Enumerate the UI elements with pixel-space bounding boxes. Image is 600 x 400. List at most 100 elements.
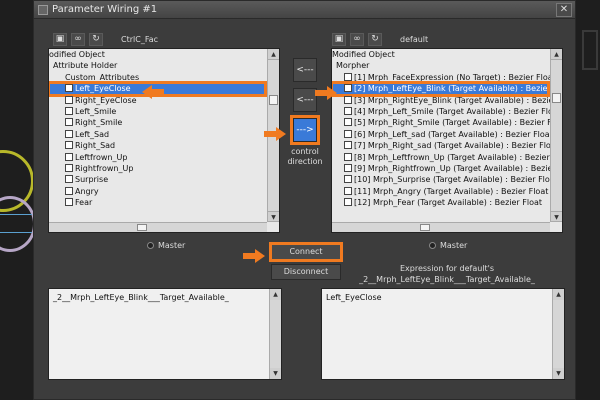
left-tree-label: Leftfrown_Up — [75, 152, 128, 162]
scroll-thumb[interactable] — [137, 224, 147, 231]
left-tree-row[interactable]: Right_EyeClose — [49, 95, 279, 106]
scroll-down-icon[interactable]: ▼ — [270, 368, 281, 379]
annotation-arrow-left-icon — [142, 85, 164, 99]
parameter-icon — [344, 141, 352, 150]
right-object-name: default — [400, 35, 429, 44]
parameter-icon — [344, 95, 352, 104]
left-tree-label: Right_Sad — [75, 141, 116, 151]
right-tree-row[interactable]: Modified Object — [332, 49, 562, 60]
right-tree-row[interactable]: [3] Mrph_RightEye_Blink (Target Availabl… — [332, 95, 562, 106]
left-tree-row[interactable]: Left_Sad — [49, 129, 279, 140]
annotation-arrow-right-icon — [243, 249, 265, 263]
expression-caption-line2: _2__Mrph_LeftEye_Blink___Target_Availabl… — [359, 275, 535, 284]
left-tree-label: Left_EyeClose — [75, 84, 131, 94]
left-tree-row[interactable]: Rightfrown_Up — [49, 163, 279, 174]
close-icon[interactable]: ✕ — [556, 3, 572, 17]
right-tree-row[interactable]: [7] Mrph_Right_sad (Target Available) : … — [332, 140, 562, 151]
viewport-line — [0, 214, 32, 215]
right-tree-row[interactable]: [9] Mrph_Rightfrown_Up (Target Available… — [332, 163, 562, 174]
scroll-up-icon[interactable]: ▲ — [270, 289, 281, 300]
left-tree-label: Right_Smile — [75, 118, 123, 128]
parameter-icon — [344, 84, 352, 93]
right-tree-vscroll[interactable]: ▲ ▼ — [550, 49, 562, 222]
parameter-icon — [65, 198, 73, 207]
right-tree-row[interactable]: [6] Mrph_Left_sad (Target Available) : B… — [332, 129, 562, 140]
find-icon[interactable]: ∞ — [350, 33, 364, 46]
direction-right-to-left-button[interactable]: ---> — [290, 115, 320, 145]
left-tree-row[interactable]: Angry — [49, 186, 279, 197]
left-tree-row[interactable]: Right_Smile — [49, 117, 279, 128]
folder-up-icon[interactable]: ▣ — [332, 33, 346, 46]
find-icon[interactable]: ∞ — [71, 33, 85, 46]
left-tree-row[interactable]: Left_Smile — [49, 106, 279, 117]
left-tree-label: Rightfrown_Up — [75, 163, 134, 173]
right-expression-vscroll[interactable]: ▲ ▼ — [552, 289, 564, 379]
left-tree-label: Right_EyeClose — [75, 95, 137, 105]
left-tree-label: odified Object — [49, 50, 105, 59]
scroll-thumb[interactable] — [420, 224, 430, 231]
parameter-icon — [65, 106, 73, 115]
parameter-wiring-dialog: Parameter Wiring #1 ✕ ▣ ∞ ↻ CtrlC_Fac od… — [33, 0, 576, 400]
direction-left-to-right-button[interactable]: <--- — [293, 58, 317, 82]
refresh-icon[interactable]: ↻ — [89, 33, 103, 46]
title-bar[interactable]: Parameter Wiring #1 — [34, 1, 575, 19]
right-tree-row[interactable]: [2] Mrph_LeftEye_Blink (Target Available… — [332, 81, 558, 97]
left-tree-hscroll[interactable] — [49, 222, 267, 232]
radio-dot-icon[interactable] — [429, 242, 436, 249]
left-tree-label: Left_Sad — [75, 129, 110, 139]
parameter-icon — [344, 72, 352, 81]
scroll-up-icon[interactable]: ▲ — [268, 49, 279, 60]
scroll-thumb[interactable] — [552, 93, 561, 103]
left-master-label: Master — [158, 241, 186, 250]
left-tree-row[interactable]: odified Object — [49, 49, 279, 60]
left-tree-label: Fear — [75, 198, 93, 208]
left-master-radio[interactable]: Master — [147, 241, 185, 250]
right-expression-textbox[interactable]: Left_EyeClose ▲ ▼ — [321, 288, 565, 380]
parameter-icon — [344, 175, 352, 184]
right-tree-row[interactable]: [8] Mrph_Leftfrown_Up (Target Available)… — [332, 152, 562, 163]
left-tree-row[interactable]: Custom_Attributes — [49, 72, 279, 83]
right-tree-row[interactable]: Morpher — [332, 60, 562, 71]
right-parameter-tree[interactable]: Modified Object Morpher [1] Mrph_FaceExpre… — [331, 48, 563, 233]
direction-bidirectional-button[interactable]: <---> — [293, 88, 317, 127]
right-tree-row[interactable]: [5] Mrph_Right_Smile (Target Available) … — [332, 117, 562, 128]
connect-button[interactable]: Connect — [269, 242, 343, 262]
right-tree-row[interactable]: [4] Mrph_Left_Smile (Target Available) :… — [332, 106, 562, 117]
scroll-up-icon[interactable]: ▲ — [553, 289, 564, 300]
right-tree-label: [4] Mrph_Left_Smile (Target Available) :… — [354, 106, 561, 116]
left-tree-label: Left_Smile — [75, 106, 117, 116]
right-tree-row[interactable]: [10] Mrph_Surprise (Target Available) : … — [332, 174, 562, 185]
parameter-icon — [65, 175, 73, 184]
left-parameter-tree[interactable]: odified Object Attribute Holder Custom_Att… — [48, 48, 280, 233]
viewport-line — [0, 232, 32, 233]
control-direction-line1: control — [291, 147, 319, 156]
expression-caption: Expression for default's _2__Mrph_LeftEy… — [331, 263, 563, 285]
refresh-icon[interactable]: ↻ — [368, 33, 382, 46]
left-tree-row[interactable]: Fear — [49, 197, 279, 208]
right-tree-label: [7] Mrph_Right_sad (Target Available) : … — [354, 141, 559, 151]
folder-up-icon[interactable]: ▣ — [53, 33, 67, 46]
scroll-down-icon[interactable]: ▼ — [551, 211, 562, 222]
left-tree-row[interactable]: Right_Sad — [49, 140, 279, 151]
scroll-down-icon[interactable]: ▼ — [268, 211, 279, 222]
left-tree-row[interactable]: Attribute Holder — [49, 60, 279, 71]
scroll-up-icon[interactable]: ▲ — [551, 49, 562, 60]
scroll-thumb[interactable] — [269, 95, 278, 105]
right-tree-row[interactable]: [1] Mrph_FaceExpression (No Target) : Be… — [332, 72, 562, 83]
radio-dot-icon[interactable] — [147, 242, 154, 249]
left-tree-row[interactable]: Leftfrown_Up — [49, 152, 279, 163]
parameter-icon — [344, 129, 352, 138]
left-tree-label: Surprise — [75, 175, 109, 185]
control-direction-label: control direction — [275, 147, 335, 167]
left-tree-row[interactable]: Surprise — [49, 174, 279, 185]
right-tree-row[interactable]: [11] Mrph_Angry (Target Available) : Bez… — [332, 186, 562, 197]
parameter-icon — [65, 163, 73, 172]
right-tree-row[interactable]: [12] Mrph_Fear (Target Available) : Bezi… — [332, 197, 562, 208]
right-tree-hscroll[interactable] — [332, 222, 550, 232]
left-expression-vscroll[interactable]: ▲ ▼ — [269, 289, 281, 379]
left-expression-textbox[interactable]: _2__Mrph_LeftEye_Blink___Target_Availabl… — [48, 288, 282, 380]
scroll-down-icon[interactable]: ▼ — [553, 368, 564, 379]
right-tree-label: [3] Mrph_RightEye_Blink (Target Availabl… — [354, 95, 557, 105]
right-master-radio[interactable]: Master — [429, 241, 467, 250]
left-expression-text: _2__Mrph_LeftEye_Blink___Target_Availabl… — [53, 293, 229, 302]
